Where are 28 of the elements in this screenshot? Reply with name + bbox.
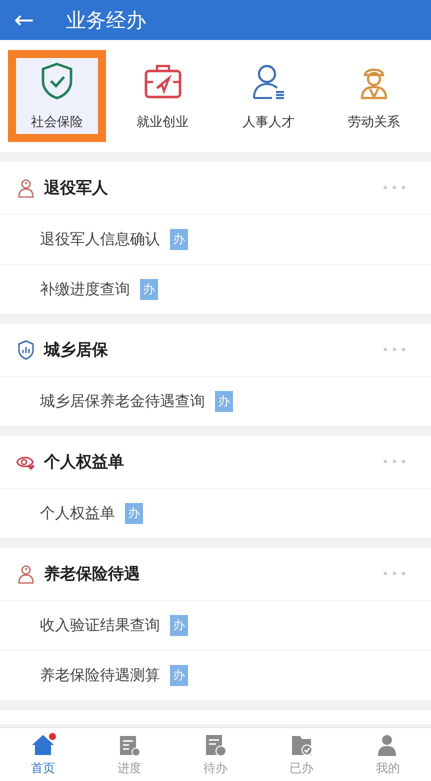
service-link[interactable]: 补缴进度查询 bbox=[40, 280, 130, 299]
service-link[interactable]: 收入验证结果查询 bbox=[40, 616, 160, 635]
handle-tag: 办 bbox=[170, 615, 188, 636]
person-icon bbox=[16, 178, 36, 198]
document-icon bbox=[203, 732, 228, 756]
section-title: 个人权益单 bbox=[44, 452, 125, 472]
page-title: 业务经办 bbox=[66, 6, 146, 34]
section-title: 城乡居保 bbox=[44, 340, 109, 360]
handle-tag: 办 bbox=[125, 503, 143, 524]
person-icon bbox=[16, 564, 36, 584]
back-button[interactable]: ← bbox=[14, 8, 34, 32]
service-link[interactable]: 养老保险待遇测算 bbox=[40, 666, 160, 685]
service-link[interactable]: 城乡居保养老金待遇查询 bbox=[40, 392, 205, 411]
service-link[interactable]: 退役军人信息确认 bbox=[40, 230, 160, 249]
nav-tab[interactable]: 首页 bbox=[0, 728, 86, 781]
section-title: 退役军人 bbox=[44, 178, 109, 198]
shield-chart-icon bbox=[16, 340, 36, 360]
category-tab[interactable]: 就业创业 bbox=[114, 50, 212, 142]
home-icon bbox=[31, 732, 56, 756]
handle-tag: 办 bbox=[140, 279, 158, 300]
handle-tag: 办 bbox=[215, 391, 233, 412]
category-tab[interactable]: 社会保险 bbox=[8, 50, 106, 142]
category-tab[interactable]: 劳动关系 bbox=[325, 50, 423, 142]
service-link[interactable]: 个人权益单 bbox=[40, 504, 115, 523]
section-title: 养老保险待遇 bbox=[44, 564, 141, 584]
handle-tag: 办 bbox=[170, 665, 188, 686]
handle-tag: 办 bbox=[170, 229, 188, 250]
category-tab[interactable]: 人事人才 bbox=[220, 50, 318, 142]
